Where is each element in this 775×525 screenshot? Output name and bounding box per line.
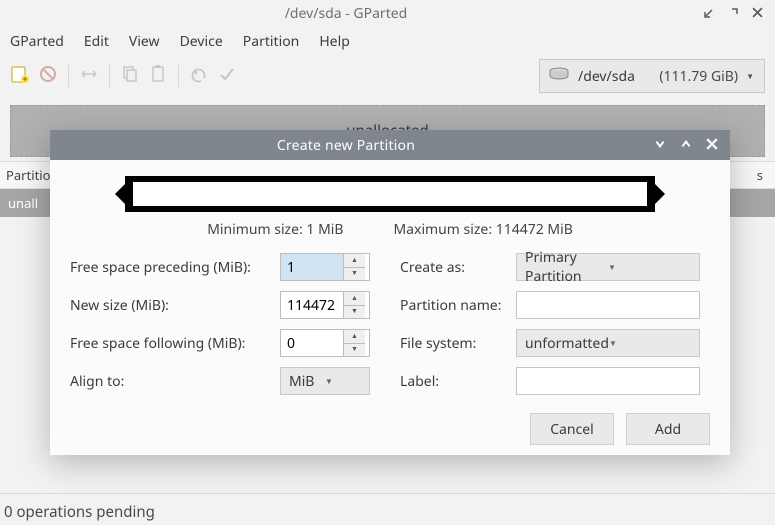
dialog-title-bar: Create new Partition [50, 130, 730, 160]
align-to-combo[interactable]: MiB ▼ [280, 367, 370, 395]
file-system-value: unformatted [525, 334, 609, 353]
free-following-spinner[interactable]: ▲▼ [280, 329, 370, 357]
device-name: /dev/sda [578, 67, 651, 86]
device-size: (111.79 GiB) [659, 67, 738, 86]
column-partition-header[interactable]: Partitio [6, 166, 54, 184]
file-system-combo[interactable]: unformatted ▼ [516, 329, 700, 357]
minimum-size-label: Minimum size: 1 MiB [207, 220, 343, 239]
label-label: Label: [400, 372, 516, 391]
stepper-up-icon[interactable]: ▲ [344, 330, 365, 344]
stepper-up-icon[interactable]: ▲ [344, 292, 365, 306]
delete-icon[interactable] [38, 64, 58, 88]
window-title-bar: /dev/sda - GParted [0, 0, 775, 26]
statusbar: 0 operations pending [0, 493, 775, 523]
table-row-partition: unall [8, 194, 38, 212]
stepper-down-icon[interactable]: ▼ [344, 268, 365, 281]
menu-edit[interactable]: Edit [84, 32, 109, 51]
free-preceding-label: Free space preceding (MiB): [70, 258, 280, 277]
menu-gparted[interactable]: GParted [10, 32, 64, 51]
stepper-down-icon[interactable]: ▼ [344, 344, 365, 357]
close-icon[interactable] [752, 4, 763, 22]
align-to-value: MiB [289, 372, 325, 391]
new-partition-icon[interactable] [10, 64, 30, 88]
file-system-label: File system: [400, 334, 516, 353]
close-icon[interactable] [706, 136, 718, 154]
align-to-label: Align to: [70, 372, 280, 391]
menubar: GParted Edit View Device Partition Help [0, 26, 775, 59]
menu-device[interactable]: Device [180, 32, 223, 51]
chevron-down-icon: ▼ [609, 338, 691, 349]
apply-icon[interactable] [217, 64, 237, 88]
paste-icon[interactable] [148, 64, 168, 88]
menu-partition[interactable]: Partition [243, 32, 300, 51]
undo-icon[interactable] [189, 64, 209, 88]
minimize-icon[interactable] [704, 4, 714, 22]
dialog-title: Create new Partition [50, 136, 642, 155]
new-size-label: New size (MiB): [70, 296, 280, 315]
create-as-label: Create as: [400, 258, 516, 277]
new-size-spinner[interactable]: ▲▼ [280, 291, 370, 319]
disk-icon [548, 66, 570, 86]
maximize-icon[interactable] [728, 4, 738, 22]
resize-icon[interactable] [79, 64, 99, 88]
device-selector[interactable]: /dev/sda (111.79 GiB) ▼ [539, 59, 765, 93]
window-title: /dev/sda - GParted [0, 4, 692, 23]
create-as-value: Primary Partition [525, 248, 608, 286]
chevron-down-icon: ▼ [608, 262, 691, 273]
free-preceding-input[interactable] [281, 254, 343, 280]
toolbar: /dev/sda (111.79 GiB) ▼ [0, 59, 775, 101]
label-input[interactable] [516, 367, 700, 395]
partition-name-label: Partition name: [400, 296, 516, 315]
status-pending-ops: 0 operations pending [4, 502, 155, 522]
menu-help[interactable]: Help [319, 32, 350, 51]
add-button[interactable]: Add [626, 413, 710, 445]
chevron-down-icon: ▼ [325, 376, 361, 387]
new-size-input[interactable] [281, 292, 343, 318]
partition-size-slider[interactable] [125, 176, 655, 212]
maximum-size-label: Maximum size: 114472 MiB [393, 220, 572, 239]
stepper-up-icon[interactable]: ▲ [344, 254, 365, 268]
create-as-combo[interactable]: Primary Partition ▼ [516, 253, 700, 281]
slider-handle-right[interactable] [647, 176, 665, 212]
stepper-down-icon[interactable]: ▼ [344, 306, 365, 319]
chevron-down-icon: ▼ [746, 71, 754, 82]
chevron-up-icon[interactable] [680, 136, 692, 154]
free-following-label: Free space following (MiB): [70, 334, 280, 353]
chevron-down-icon[interactable] [654, 136, 666, 154]
free-preceding-spinner[interactable]: ▲▼ [280, 253, 370, 281]
copy-icon[interactable] [120, 64, 140, 88]
menu-view[interactable]: View [129, 32, 160, 51]
free-following-input[interactable] [281, 330, 343, 356]
partition-name-input[interactable] [516, 291, 700, 319]
cancel-button[interactable]: Cancel [530, 413, 614, 445]
create-partition-dialog: Create new Partition Minimum size: 1 MiB… [50, 130, 730, 455]
slider-handle-left[interactable] [115, 176, 133, 212]
